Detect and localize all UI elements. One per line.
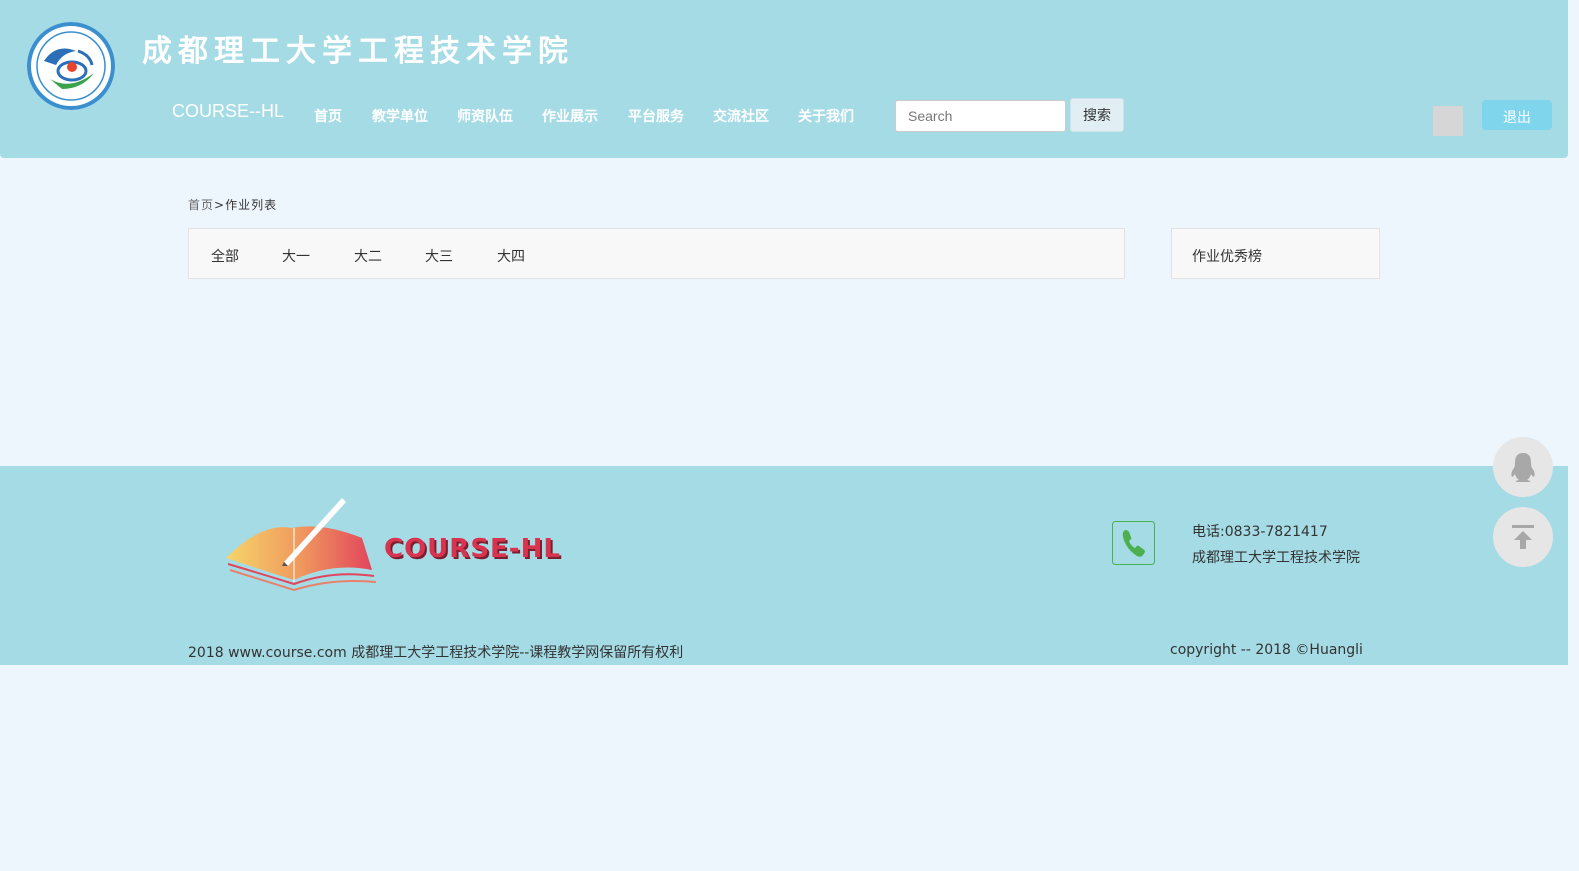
school-seal-logo[interactable]: [26, 21, 116, 111]
back-to-top-button[interactable]: [1493, 507, 1553, 567]
copyright-notice: 2018 www.course.com 成都理工大学工程技术学院--课程教学网保…: [188, 645, 684, 661]
copyright-author: copyright -- 2018 ©Huangli: [1170, 642, 1363, 658]
back-to-top-icon: [1512, 525, 1534, 549]
tab-year-2[interactable]: 大二: [354, 246, 382, 266]
brand-link[interactable]: COURSE--HL: [172, 101, 284, 122]
breadcrumb-separator: >: [214, 198, 226, 212]
footer-logo-text: COURSE-HL: [384, 534, 561, 564]
nav-community[interactable]: 交流社区: [713, 106, 769, 126]
breadcrumb: 首页>作业列表: [188, 196, 277, 213]
tab-all[interactable]: 全部: [211, 246, 239, 266]
tab-year-3[interactable]: 大三: [425, 246, 453, 266]
grade-filter-tabs: 全部 大一 大二 大三 大四: [188, 228, 1125, 279]
ranking-title: 作业优秀榜: [1192, 249, 1262, 265]
site-header: 成都理工大学工程技术学院 COURSE--HL 首页 教学单位 师资队伍 作业展…: [0, 0, 1568, 158]
nav-platform-services[interactable]: 平台服务: [628, 106, 684, 126]
nav-home[interactable]: 首页: [314, 106, 342, 126]
nav-teaching-units[interactable]: 教学单位: [372, 106, 428, 126]
homework-ranking-panel: 作业优秀榜: [1171, 228, 1380, 279]
nav-homework-showcase[interactable]: 作业展示: [542, 106, 598, 126]
logout-button[interactable]: 退出: [1482, 100, 1552, 130]
breadcrumb-home[interactable]: 首页: [188, 198, 214, 212]
qq-penguin-icon: [1511, 453, 1535, 482]
qq-contact-button[interactable]: [1493, 437, 1553, 497]
tab-year-1[interactable]: 大一: [282, 246, 310, 266]
tab-year-4[interactable]: 大四: [497, 246, 525, 266]
site-footer: COURSE-HL COURSE-HL 电话:0833-7821417 成都理工…: [0, 466, 1568, 665]
search-input[interactable]: [895, 100, 1066, 132]
contact-school: 成都理工大学工程技术学院: [1192, 550, 1360, 566]
nav-faculty[interactable]: 师资队伍: [457, 106, 513, 126]
breadcrumb-current: 作业列表: [225, 198, 278, 212]
nav-about-us[interactable]: 关于我们: [798, 106, 854, 126]
phone-icon: [1112, 521, 1155, 565]
user-avatar[interactable]: [1433, 106, 1463, 136]
course-hl-logo: COURSE-HL COURSE-HL: [226, 498, 562, 592]
school-name-title: 成都理工大学工程技术学院: [142, 34, 574, 69]
search-button[interactable]: 搜索: [1070, 98, 1124, 132]
contact-phone: 电话:0833-7821417: [1192, 524, 1328, 540]
